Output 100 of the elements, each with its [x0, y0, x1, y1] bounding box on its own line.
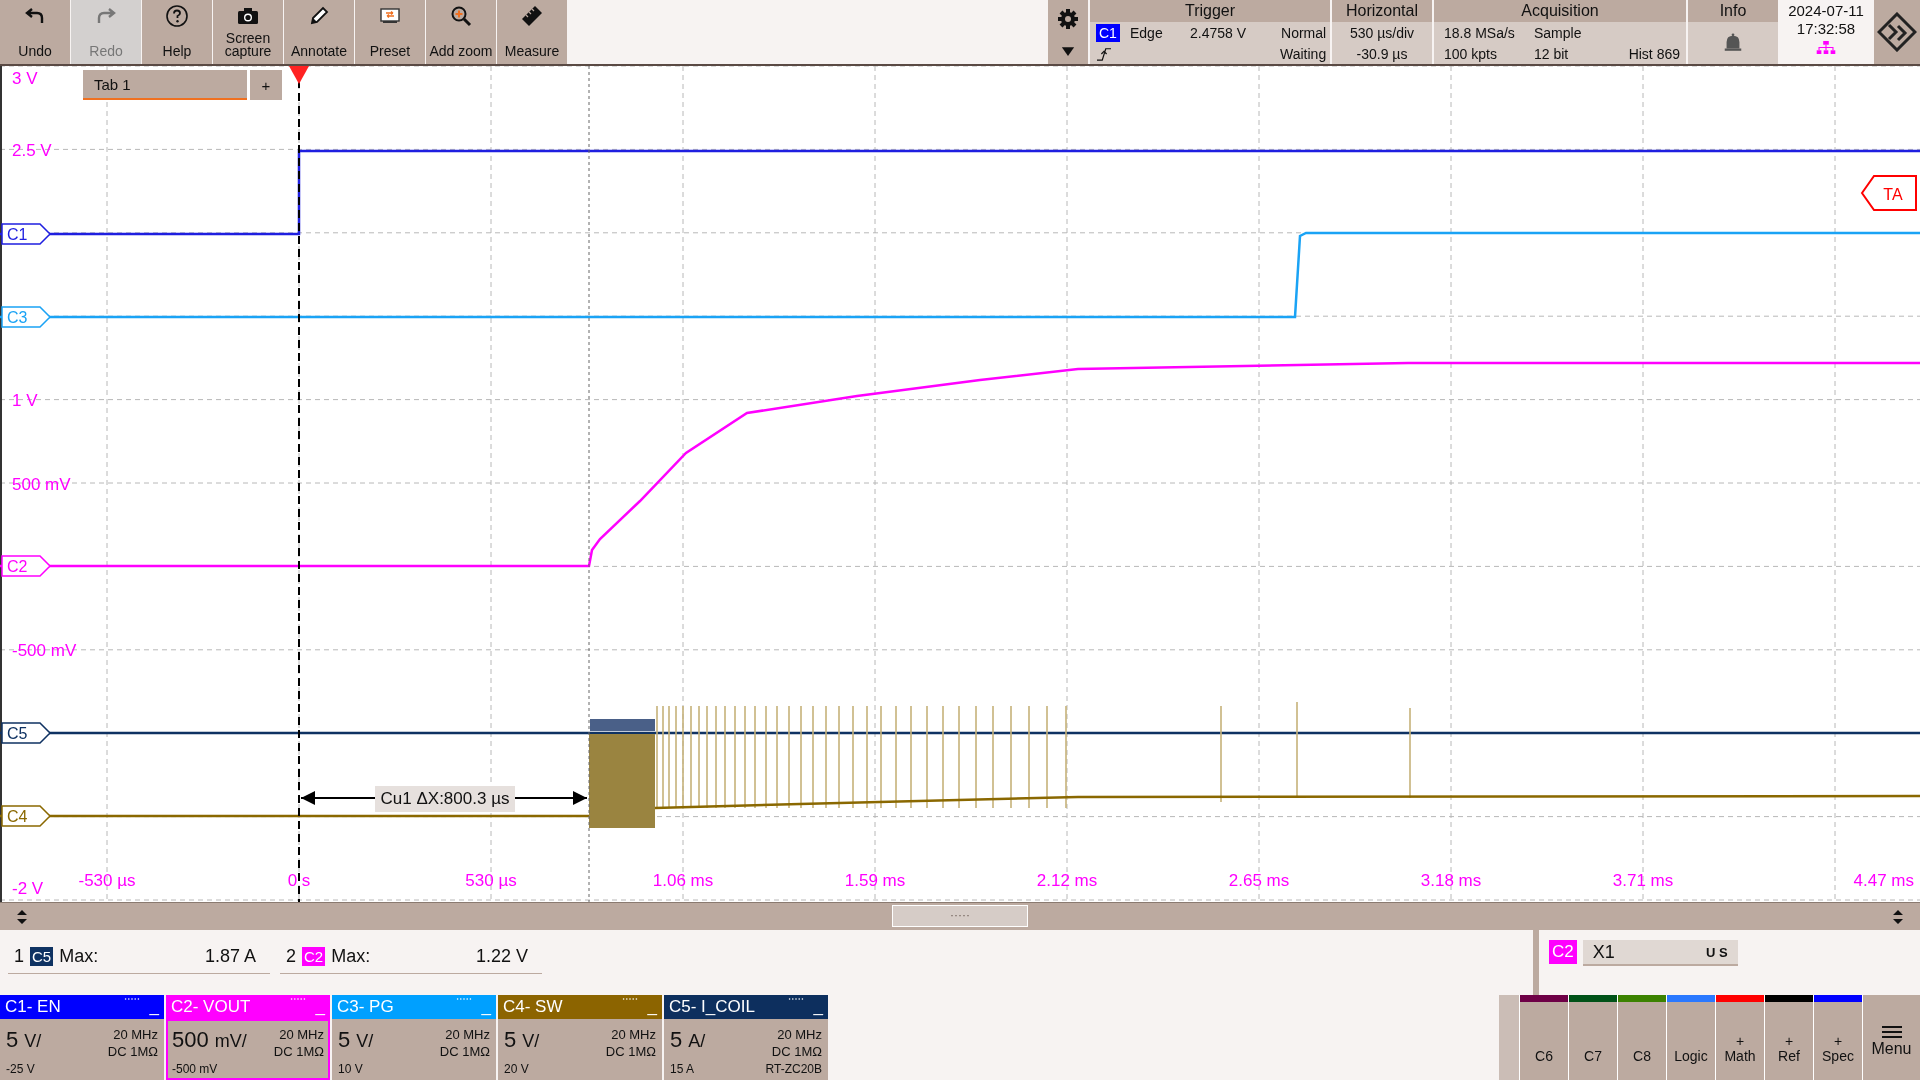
toolbar-button[interactable]: Measure — [497, 0, 567, 64]
channel-marker[interactable]: C4 — [1, 805, 52, 827]
channel-button[interactable]: + Math — [1716, 995, 1764, 1080]
offset: 10 V — [338, 1062, 363, 1076]
minimize-button[interactable]: _ — [149, 997, 159, 1017]
cursor-name: X1 — [1592, 941, 1615, 963]
source-badge: C2 — [1549, 940, 1577, 964]
sample-rate: 18.8 MSa/s — [1444, 24, 1516, 41]
scrollbar[interactable]: ····· — [0, 902, 1920, 930]
menu-button[interactable]: Menu — [1863, 995, 1920, 1080]
vertical-scale: 5 V/ — [338, 1027, 374, 1053]
trigger-level: 2.4758 V — [1190, 24, 1248, 41]
axis-label: -2 V — [12, 879, 44, 898]
help-icon — [165, 4, 189, 28]
dots-icon — [788, 997, 804, 1001]
coupling: DC 1MΩ — [107, 1044, 158, 1059]
measurement-label: Max: — [331, 946, 371, 967]
resolution: 12 bit — [1534, 45, 1570, 62]
dots-icon — [456, 997, 472, 1001]
axis-label: -500 mV — [12, 641, 77, 660]
channel-name: C3- PG — [337, 997, 394, 1017]
measurement-row[interactable]: 1 C5 Max: 1.87 A — [8, 944, 270, 974]
rising-edge-icon — [1096, 46, 1112, 61]
acquisition-mode: Sample — [1534, 24, 1583, 41]
channel-marker[interactable]: C5 — [1, 722, 52, 744]
panel-title: Horizontal — [1332, 0, 1432, 22]
time: 17:32:58 — [1796, 20, 1856, 38]
dots-icon — [124, 997, 140, 1001]
minimize-button[interactable]: _ — [647, 997, 657, 1017]
up-down-arrows-icon[interactable] — [1892, 908, 1904, 925]
record-length: 100 kpts — [1444, 45, 1498, 62]
offset: -25 V — [6, 1062, 35, 1076]
vertical-scale: 5 V/ — [6, 1027, 42, 1053]
channel-name: C4- SW — [503, 997, 563, 1017]
panel-title: Acquisition — [1434, 0, 1686, 22]
time-scale: 530 µs/div — [1349, 24, 1415, 41]
tab[interactable]: Tab 1 — [83, 70, 247, 100]
cursor-field[interactable]: X1 U S — [1582, 940, 1738, 966]
toolbar-button[interactable]: Help — [142, 0, 212, 64]
vertical-scale: 5 A/ — [670, 1027, 706, 1053]
axis-label: 3.71 ms — [1612, 871, 1674, 890]
minimize-button[interactable]: _ — [813, 997, 823, 1017]
ruler-icon — [520, 4, 544, 28]
signal-burst — [590, 719, 655, 731]
axis-label: -530 µs — [78, 871, 136, 890]
channel-name: C2- VOUT — [171, 997, 251, 1017]
trigger-type: Edge — [1130, 24, 1164, 41]
dots-icon — [290, 997, 306, 1001]
coupling: DC 1MΩ — [771, 1044, 822, 1059]
bandwidth: 20 MHz — [279, 1027, 324, 1042]
acquisition-panel[interactable]: Acquisition 18.8 MSa/s Sample 100 kpts 12 bit Hist 869 — [1434, 0, 1686, 64]
source-badge: C1 — [1096, 23, 1120, 42]
measurement-row[interactable]: 2 C2 Max: 1.22 V — [280, 944, 542, 974]
bandwidth: 20 MHz — [777, 1027, 822, 1042]
measurement-index: 1 — [14, 946, 24, 967]
axis-label: 2.65 ms — [1228, 871, 1290, 890]
horizontal-panel[interactable]: Horizontal 530 µs/div -30.9 µs — [1332, 0, 1432, 64]
dots-icon — [622, 997, 638, 1001]
measurement-value: 1.22 V — [475, 946, 529, 967]
panel-title: Trigger — [1090, 0, 1330, 22]
channel-button[interactable]: C6 — [1520, 995, 1568, 1080]
bandwidth: 20 MHz — [445, 1027, 490, 1042]
channel-button[interactable]: C7 — [1569, 995, 1617, 1080]
panel-title: Info — [1688, 0, 1778, 22]
trigger-panel[interactable]: Trigger C1 Edge 2.4758 V Normal Waiting — [1090, 0, 1330, 64]
trigger-mode: Normal — [1280, 24, 1327, 41]
bandwidth: 20 MHz — [113, 1027, 158, 1042]
offset: 15 A — [670, 1062, 695, 1076]
menu-icon — [1881, 1026, 1902, 1038]
caret-icon[interactable] — [1061, 45, 1075, 57]
axis-label: 4.47 ms — [1853, 871, 1914, 890]
axis-label: 500 mV — [12, 475, 71, 494]
vertical-scale: 500 mV/ — [172, 1027, 247, 1053]
axis-label: 1 V — [12, 391, 38, 410]
toolbar-button[interactable]: Screen capture — [213, 0, 283, 64]
bandwidth: 20 MHz — [611, 1027, 656, 1042]
toolbar-button[interactable]: Annotate — [284, 0, 354, 64]
measurement-label: Max: — [59, 946, 99, 967]
diamond-logo-icon — [1877, 12, 1917, 52]
scrollbar-thumb[interactable]: ····· — [892, 905, 1028, 927]
axis-label: 1.59 ms — [844, 871, 906, 890]
channel-button[interactable]: + Ref — [1765, 995, 1813, 1080]
up-down-arrows-icon[interactable] — [16, 908, 28, 925]
axis-label: 0 s — [287, 871, 311, 890]
toolbar-button[interactable]: Undo — [0, 0, 70, 64]
axis-label: 530 µs — [465, 871, 517, 890]
coupling: DC 1MΩ — [439, 1044, 490, 1059]
toolbar-button[interactable]: Preset — [355, 0, 425, 64]
channel-button[interactable]: C8 — [1618, 995, 1666, 1080]
info-panel[interactable]: Info — [1688, 0, 1778, 64]
toolbar-button[interactable]: Add zoom — [426, 0, 496, 64]
axis-label: 2.12 ms — [1036, 871, 1098, 890]
channel-button[interactable]: Logic — [1667, 995, 1715, 1080]
channel-button[interactable]: + Spec — [1814, 995, 1862, 1080]
measurement-value: 1.87 A — [204, 946, 257, 967]
bell-icon — [1722, 32, 1744, 54]
channel-marker[interactable]: C1 — [1, 223, 52, 245]
add-tab-button[interactable]: + — [250, 70, 282, 100]
trigger-tag[interactable]: TA — [1860, 175, 1917, 211]
settings-icon[interactable] — [1056, 7, 1080, 32]
